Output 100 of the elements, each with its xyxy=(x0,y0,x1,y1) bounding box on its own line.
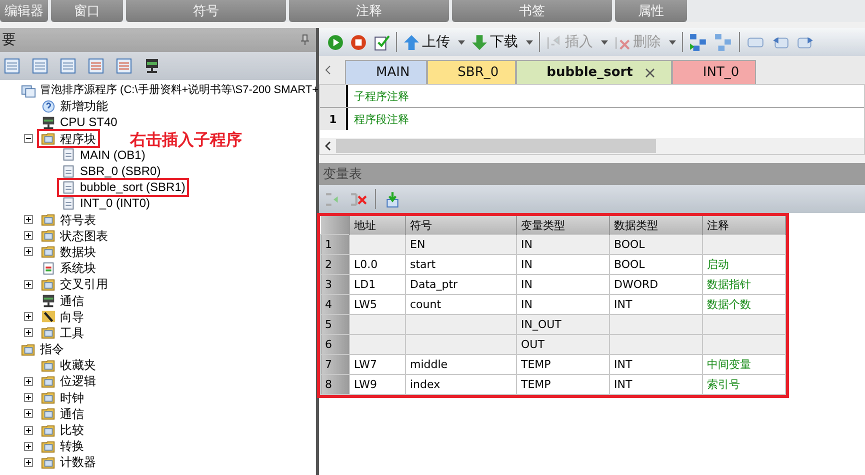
expand-icon[interactable] xyxy=(24,442,33,451)
tree-item[interactable]: MAIN (OB1) xyxy=(59,147,148,162)
table-cell[interactable]: Data_ptr xyxy=(406,274,516,294)
table-cell[interactable]: IN xyxy=(516,274,610,294)
table-cell[interactable]: start xyxy=(406,254,516,274)
table-cell[interactable]: IN xyxy=(516,234,610,254)
expand-icon[interactable] xyxy=(24,328,33,338)
editor-tab[interactable]: INT_0 xyxy=(672,60,756,84)
close-icon[interactable] xyxy=(644,68,655,78)
table-cell[interactable]: BOOL xyxy=(610,234,702,254)
upload-button[interactable]: 上传 xyxy=(403,33,465,51)
tree-item[interactable]: 时钟 xyxy=(39,390,86,406)
editor-tab[interactable]: SBR_0 xyxy=(426,60,516,84)
editor-tab[interactable]: MAIN xyxy=(345,60,427,84)
tree-item[interactable]: bubble_sort (SBR1) xyxy=(59,180,188,195)
table-cell[interactable] xyxy=(610,334,702,354)
chart-view-icon[interactable] xyxy=(88,58,104,74)
form-view-icon[interactable] xyxy=(116,58,132,74)
expand-icon[interactable] xyxy=(24,247,33,256)
subroutine-comment[interactable]: 子程序注释 xyxy=(354,88,409,104)
table-cell[interactable] xyxy=(702,334,786,354)
table-cell[interactable] xyxy=(350,334,406,354)
delete-row-icon[interactable] xyxy=(350,190,367,208)
table-cell[interactable]: TEMP xyxy=(516,354,610,374)
network-icon[interactable] xyxy=(689,32,708,52)
table-cell[interactable]: IN_OUT xyxy=(516,314,610,334)
table-cell[interactable]: IN xyxy=(516,294,610,314)
table-cell[interactable]: 索引号 xyxy=(702,374,786,394)
horizontal-scrollbar[interactable] xyxy=(320,138,864,154)
expand-icon[interactable] xyxy=(24,215,33,224)
scroll-left-icon[interactable] xyxy=(325,65,331,75)
tree-item[interactable]: 比较 xyxy=(39,422,86,438)
table-cell[interactable]: 数据指针 xyxy=(702,274,786,294)
table-cell[interactable]: INT xyxy=(610,374,702,394)
tree-item[interactable]: 通信 xyxy=(39,406,86,422)
table-cell[interactable]: TEMP xyxy=(516,374,610,394)
computer-icon[interactable] xyxy=(144,58,160,74)
table-cell[interactable] xyxy=(350,314,406,334)
download-button[interactable]: 下载 xyxy=(471,33,533,51)
compile-button[interactable] xyxy=(373,34,390,50)
tree-item[interactable]: 位逻辑 xyxy=(39,374,98,389)
table-cell[interactable]: index xyxy=(406,374,516,394)
tree-item[interactable]: 系统块 xyxy=(39,260,98,276)
table-cell[interactable]: 数据个数 xyxy=(702,294,786,314)
download-icon[interactable] xyxy=(384,190,401,208)
table-cell[interactable]: 启动 xyxy=(702,254,786,274)
tree-item[interactable]: CPU ST40 xyxy=(39,114,120,130)
table-cell[interactable]: 中间变量 xyxy=(702,354,786,374)
tree-item[interactable]: 程序块 xyxy=(39,131,98,146)
tree-item[interactable]: 数据块 xyxy=(39,244,98,260)
expand-icon[interactable] xyxy=(24,280,33,289)
table-cell[interactable]: LW7 xyxy=(350,354,406,374)
pin-icon[interactable] xyxy=(300,34,310,46)
table-cell[interactable]: LD1 xyxy=(350,274,406,294)
table-cell[interactable] xyxy=(350,234,406,254)
table-cell[interactable] xyxy=(406,334,516,354)
tree-item[interactable]: 新增功能 xyxy=(39,98,110,114)
table-cell[interactable]: INT xyxy=(610,354,702,374)
tree-item[interactable]: 符号表 xyxy=(39,212,98,228)
expand-icon[interactable] xyxy=(24,231,33,240)
tree-item[interactable]: 工具 xyxy=(39,325,86,340)
expand-icon[interactable] xyxy=(24,426,33,435)
tree-item[interactable]: 计数器 xyxy=(39,454,98,470)
tree-item[interactable]: 转换 xyxy=(39,438,86,454)
table-cell[interactable]: EN xyxy=(406,234,516,254)
scroll-left-icon[interactable] xyxy=(325,141,331,151)
table-cell[interactable]: DWORD xyxy=(610,274,702,294)
table-cell[interactable]: count xyxy=(406,294,516,314)
tree-item[interactable]: 指令 xyxy=(19,342,66,357)
table-cell[interactable]: OUT xyxy=(516,334,610,354)
tree-item[interactable]: SBR_0 (SBR0) xyxy=(59,164,163,179)
table-view-icon[interactable] xyxy=(32,58,48,74)
table-cell[interactable]: LW9 xyxy=(350,374,406,394)
network-comment[interactable]: 程序段注释 xyxy=(354,112,409,126)
table-cell[interactable]: middle xyxy=(406,354,516,374)
table-cell[interactable] xyxy=(702,314,786,334)
table-cell[interactable]: LW5 xyxy=(350,294,406,314)
list-view-icon[interactable] xyxy=(60,58,76,74)
tree-item[interactable]: 交叉引用 xyxy=(39,276,110,292)
expand-icon[interactable] xyxy=(24,393,33,402)
table-cell[interactable]: INT xyxy=(610,294,702,314)
collapse-icon[interactable] xyxy=(24,134,33,144)
table-cell[interactable] xyxy=(610,314,702,334)
tree-item[interactable]: 通信 xyxy=(39,293,86,308)
tree-item[interactable]: 状态图表 xyxy=(39,228,110,244)
expand-icon[interactable] xyxy=(24,458,33,467)
tree-item[interactable]: 收藏夹 xyxy=(39,358,98,373)
tree-item[interactable]: INT_0 (INT0) xyxy=(59,196,152,211)
table-cell[interactable] xyxy=(702,234,786,254)
editor-tab[interactable]: bubble_sort xyxy=(516,60,672,84)
grid-view-icon[interactable] xyxy=(4,58,20,74)
table-cell[interactable]: BOOL xyxy=(610,254,702,274)
table-cell[interactable]: IN xyxy=(516,254,610,274)
expand-icon[interactable] xyxy=(24,312,33,322)
expand-icon[interactable] xyxy=(24,376,33,386)
run-button[interactable] xyxy=(327,34,344,50)
table-cell[interactable]: L0.0 xyxy=(350,254,406,274)
tree-item[interactable]: 向导 xyxy=(39,309,86,324)
expand-icon[interactable] xyxy=(24,409,33,418)
stop-button[interactable] xyxy=(350,34,367,50)
